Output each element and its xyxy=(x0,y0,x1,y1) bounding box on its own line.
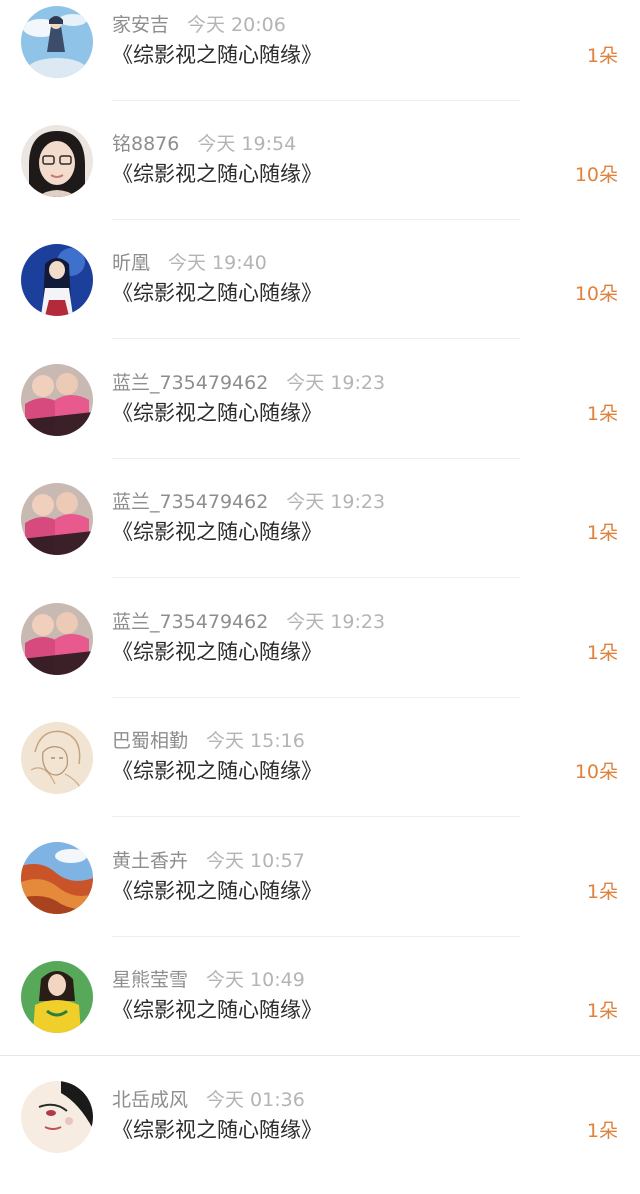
item-meta: 家安吉 今天 20:06 xyxy=(112,11,286,39)
username[interactable]: 巴蜀相勤 xyxy=(112,730,188,752)
item-meta: 铭8876 今天 19:54 xyxy=(112,130,296,158)
username[interactable]: 昕凰 xyxy=(112,252,150,274)
item-meta: 巴蜀相勤 今天 15:16 xyxy=(112,727,305,755)
flower-count: 10朵 xyxy=(574,164,618,186)
anime-sky-avatar[interactable] xyxy=(21,6,93,78)
divider xyxy=(112,100,520,101)
timestamp: 今天 15:16 xyxy=(206,730,305,752)
anime-girl-blue-avatar[interactable] xyxy=(21,244,93,316)
girl-glasses-avatar[interactable] xyxy=(21,125,93,197)
timestamp: 今天 19:23 xyxy=(286,491,386,513)
divider xyxy=(112,577,520,578)
timestamp: 今天 19:23 xyxy=(286,372,386,394)
book-title[interactable]: 《综影视之随心随缘》 xyxy=(112,876,322,906)
flower-count: 10朵 xyxy=(574,283,618,305)
woman-yellow-avatar[interactable] xyxy=(21,961,93,1033)
list-item[interactable]: 巴蜀相勤 今天 15:16 《综影视之随心随缘》 10朵 xyxy=(0,716,640,835)
list-item[interactable]: 昕凰 今天 19:40 《综影视之随心随缘》 10朵 xyxy=(0,238,640,357)
timestamp: 今天 19:23 xyxy=(286,611,386,633)
divider xyxy=(112,816,520,817)
book-title[interactable]: 《综影视之随心随缘》 xyxy=(112,40,322,70)
flower-count: 1朵 xyxy=(586,1120,618,1142)
username[interactable]: 星熊莹雪 xyxy=(112,969,188,991)
username[interactable]: 家安吉 xyxy=(112,14,169,36)
list-item[interactable]: 蓝兰_735479462 今天 19:23 《综影视之随心随缘》 1朵 xyxy=(0,477,640,596)
item-meta: 蓝兰_735479462 今天 19:23 xyxy=(112,608,385,636)
list-item[interactable]: 蓝兰_735479462 今天 19:23 《综影视之随心随缘》 1朵 xyxy=(0,358,640,477)
timestamp: 今天 10:49 xyxy=(206,969,305,991)
flower-count: 1朵 xyxy=(586,1000,618,1022)
flower-count: 1朵 xyxy=(586,522,618,544)
divider xyxy=(112,697,520,698)
divider xyxy=(112,219,520,220)
book-title[interactable]: 《综影视之随心随缘》 xyxy=(112,637,322,667)
list-item[interactable]: 家安吉 今天 20:06 《综影视之随心随缘》 1朵 xyxy=(0,0,640,119)
book-title[interactable]: 《综影视之随心随缘》 xyxy=(112,159,322,189)
children-pink-avatar[interactable] xyxy=(21,483,93,555)
canyon-landscape-avatar[interactable] xyxy=(21,842,93,914)
timestamp: 今天 19:40 xyxy=(168,252,267,274)
username[interactable]: 北岳成风 xyxy=(112,1089,188,1111)
sketch-portrait-avatar[interactable] xyxy=(21,722,93,794)
book-title[interactable]: 《综影视之随心随缘》 xyxy=(112,398,322,428)
list-item[interactable]: 铭8876 今天 19:54 《综影视之随心随缘》 10朵 xyxy=(0,119,640,238)
flower-count: 1朵 xyxy=(586,45,618,67)
book-title[interactable]: 《综影视之随心随缘》 xyxy=(112,1115,322,1145)
flower-count: 1朵 xyxy=(586,403,618,425)
gift-record-list: 家安吉 今天 20:06 《综影视之随心随缘》 1朵 铭8876 今天 19:54 … xyxy=(0,0,640,1164)
timestamp: 今天 19:54 xyxy=(197,133,297,155)
item-meta: 昕凰 今天 19:40 xyxy=(112,249,267,277)
list-item[interactable]: 北岳成风 今天 01:36 《综影视之随心随缘》 1朵 xyxy=(0,1075,640,1194)
username[interactable]: 蓝兰_735479462 xyxy=(112,611,268,633)
item-meta: 蓝兰_735479462 今天 19:23 xyxy=(112,369,385,397)
username[interactable]: 蓝兰_735479462 xyxy=(112,491,268,513)
list-item[interactable]: 星熊莹雪 今天 10:49 《综影视之随心随缘》 1朵 xyxy=(0,955,640,1074)
timestamp: 今天 20:06 xyxy=(187,14,286,36)
timestamp: 今天 01:36 xyxy=(206,1089,305,1111)
item-meta: 蓝兰_735479462 今天 19:23 xyxy=(112,488,385,516)
divider xyxy=(0,1055,640,1056)
item-meta: 黄土香卉 今天 10:57 xyxy=(112,847,305,875)
username[interactable]: 蓝兰_735479462 xyxy=(112,372,268,394)
list-item[interactable]: 黄土香卉 今天 10:57 《综影视之随心随缘》 1朵 xyxy=(0,836,640,955)
list-item[interactable]: 蓝兰_735479462 今天 19:23 《综影视之随心随缘》 1朵 xyxy=(0,597,640,716)
divider xyxy=(112,936,520,937)
item-meta: 北岳成风 今天 01:36 xyxy=(112,1086,305,1114)
timestamp: 今天 10:57 xyxy=(206,850,305,872)
item-meta: 星熊莹雪 今天 10:49 xyxy=(112,966,305,994)
username[interactable]: 黄土香卉 xyxy=(112,850,188,872)
divider xyxy=(112,458,520,459)
painted-face-avatar[interactable] xyxy=(21,1081,93,1153)
flower-count: 10朵 xyxy=(574,761,618,783)
flower-count: 1朵 xyxy=(586,881,618,903)
book-title[interactable]: 《综影视之随心随缘》 xyxy=(112,278,322,308)
divider xyxy=(112,338,520,339)
children-pink-avatar[interactable] xyxy=(21,603,93,675)
username[interactable]: 铭8876 xyxy=(112,133,179,155)
book-title[interactable]: 《综影视之随心随缘》 xyxy=(112,995,322,1025)
book-title[interactable]: 《综影视之随心随缘》 xyxy=(112,756,322,786)
children-pink-avatar[interactable] xyxy=(21,364,93,436)
flower-count: 1朵 xyxy=(586,642,618,664)
book-title[interactable]: 《综影视之随心随缘》 xyxy=(112,517,322,547)
